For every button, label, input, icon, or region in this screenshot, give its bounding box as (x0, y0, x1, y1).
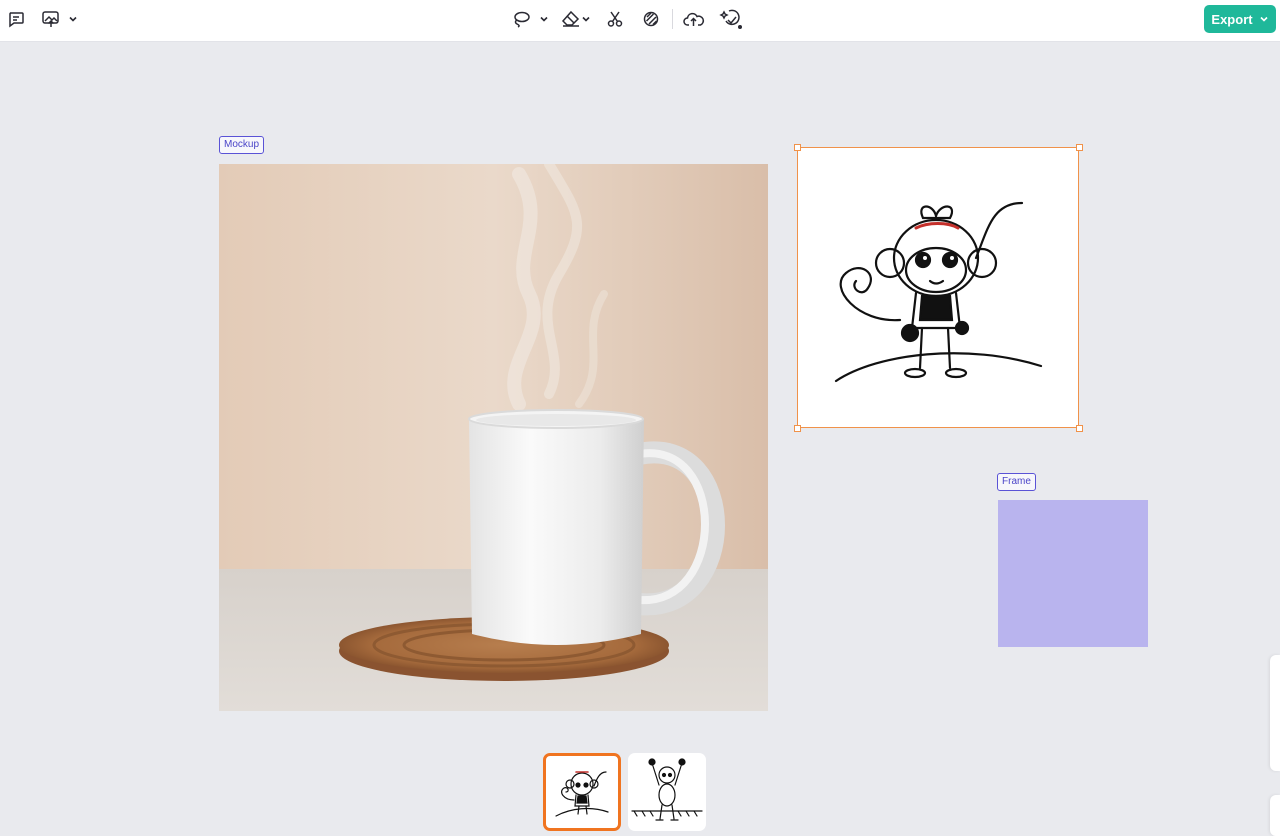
export-button[interactable]: Export (1204, 5, 1276, 33)
monkey-standing-thumbnail[interactable] (543, 753, 621, 831)
monkey-arms-up-preview (631, 758, 703, 821)
magic-enhance-button[interactable] (718, 6, 744, 32)
side-panel-tab-secondary[interactable] (1270, 795, 1280, 836)
cloud-upscale-icon (683, 12, 705, 26)
eraser-menu-toggle[interactable] (580, 6, 592, 32)
chevron-down-icon (1260, 16, 1268, 22)
chevron-down-icon (582, 16, 590, 22)
mockup-image[interactable] (219, 164, 768, 711)
export-label: Export (1211, 11, 1253, 27)
frame-placeholder[interactable] (998, 500, 1148, 647)
coffee-mug-photo (219, 164, 768, 711)
resize-handle-top-right[interactable] (1075, 143, 1083, 151)
magic-enhance-icon (719, 9, 742, 29)
cut-button[interactable] (604, 6, 626, 32)
lasso-menu-toggle[interactable] (537, 6, 551, 32)
upscale-button[interactable] (682, 6, 706, 32)
resize-handle-bottom-left[interactable] (793, 424, 801, 432)
upload-image-icon (42, 11, 59, 27)
frame-label[interactable]: Frame (997, 473, 1036, 491)
upload-image-button[interactable] (40, 6, 62, 32)
retouch-button[interactable] (640, 6, 662, 32)
comment-icon (9, 12, 24, 28)
monkey-arms-up-thumbnail[interactable] (628, 753, 706, 831)
chevron-down-icon (540, 16, 548, 22)
monkey-drawing (834, 201, 1043, 383)
side-panel-tab[interactable] (1270, 655, 1280, 771)
lasso-button[interactable] (509, 6, 533, 32)
comment-button[interactable] (5, 6, 27, 32)
design-image-selected[interactable] (793, 143, 1083, 432)
cut-icon (607, 11, 623, 27)
toolbar-divider (672, 9, 673, 29)
monkey-standing-preview (555, 771, 609, 817)
eraser-icon (561, 10, 580, 27)
retouch-icon (643, 11, 659, 27)
resize-handle-bottom-right[interactable] (1075, 424, 1083, 432)
upload-menu-toggle[interactable] (66, 6, 80, 32)
chevron-down-icon (69, 16, 77, 22)
resize-handle-top-left[interactable] (793, 143, 801, 151)
top-toolbar: Export (0, 0, 1280, 42)
mockup-label[interactable]: Mockup (219, 136, 265, 154)
lasso-icon (514, 11, 530, 28)
